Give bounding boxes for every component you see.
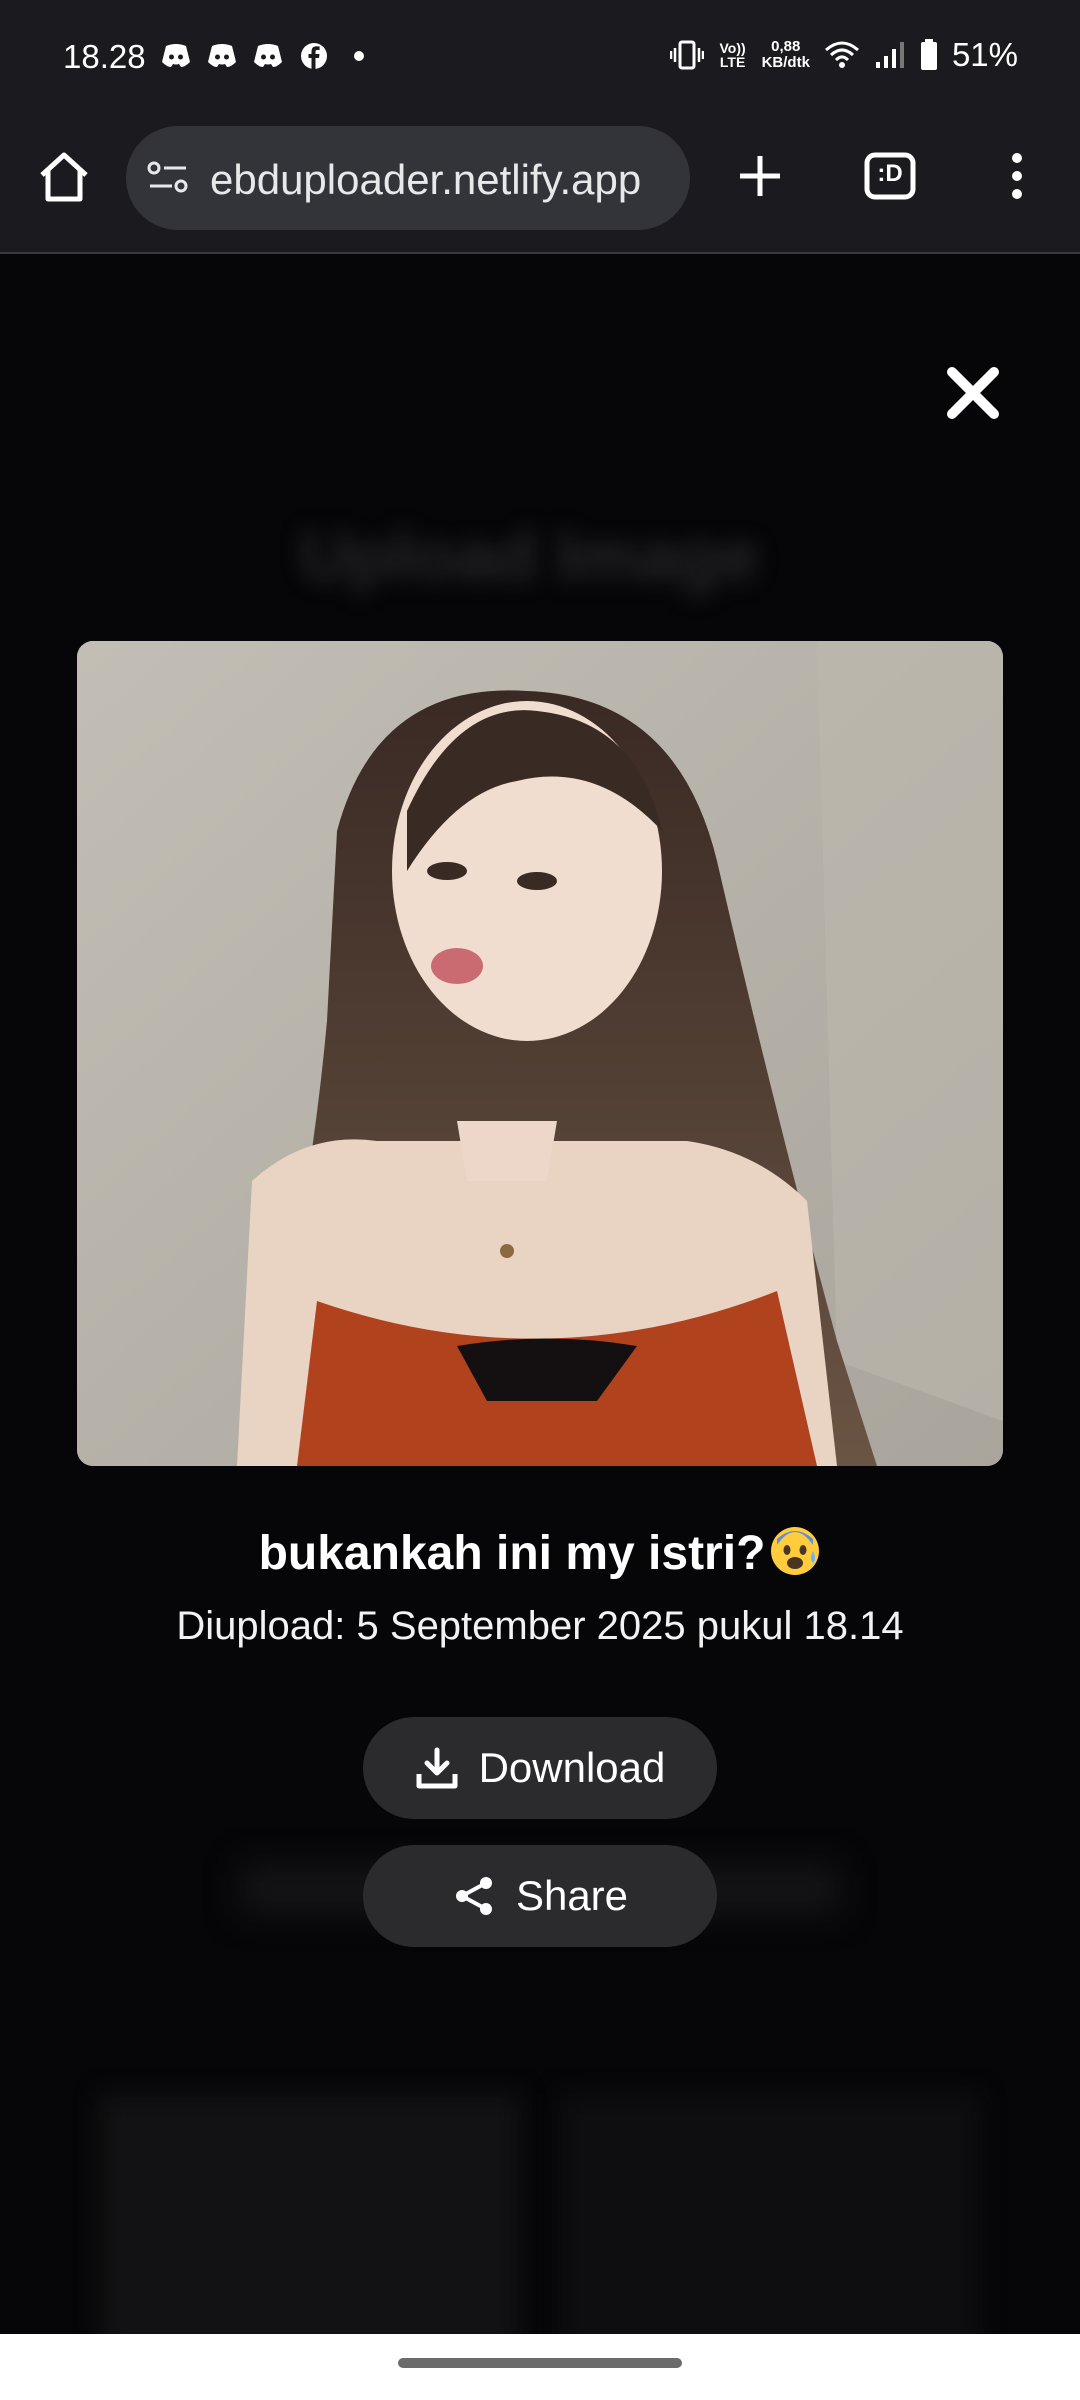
uploaded-photo [77, 641, 1003, 1466]
discord-icon [254, 44, 282, 67]
more-vert-icon[interactable] [1000, 146, 1034, 206]
photo-image [77, 641, 1003, 1466]
system-nav-bar [0, 2334, 1080, 2400]
background-thumbnail [100, 2094, 520, 2334]
image-caption: bukankah ini my istri? [0, 1525, 1080, 1581]
gesture-handle[interactable] [398, 2358, 682, 2368]
more-notifications-dot [354, 51, 364, 61]
facebook-icon [301, 43, 327, 69]
status-right: Vo)) LTE 0,88 KB/dtk 51% [669, 36, 1018, 74]
browser-toolbar: ebduploader.netlify.app :D [0, 120, 1080, 254]
status-bar: 18.28 Vo)) LTE 0,88 KB/dtk 51% [0, 0, 1080, 120]
share-icon [455, 1877, 492, 1915]
home-icon[interactable] [34, 147, 94, 207]
background-thumbnail [560, 2094, 980, 2334]
anxious-face-emoji [771, 1527, 820, 1575]
discord-icon [208, 44, 236, 67]
battery-icon [920, 39, 937, 70]
tab-count: :D [877, 160, 903, 187]
upload-timestamp: Diupload: 5 September 2025 pukul 18.14 [176, 1604, 904, 1648]
speed-unit: KB/dtk [761, 54, 810, 71]
notification-icons [160, 42, 364, 70]
network-speed: 0,88 KB/dtk [762, 39, 810, 71]
new-tab-plus-icon[interactable] [730, 146, 790, 206]
speed-value: 0,88 [771, 38, 801, 55]
signal-icon [875, 42, 904, 68]
download-label: Download [478, 1744, 666, 1791]
volte-indicator: Vo)) LTE [719, 40, 746, 70]
url-text[interactable]: ebduploader.netlify.app [210, 156, 641, 204]
download-icon [416, 1747, 458, 1789]
vibrate-icon [669, 40, 704, 70]
site-settings-icon[interactable] [146, 158, 190, 198]
status-time: 18.28 [63, 38, 146, 75]
close-icon[interactable] [940, 360, 1006, 426]
url-bar[interactable]: ebduploader.netlify.app [126, 126, 690, 230]
discord-icon [162, 44, 190, 67]
share-button[interactable]: Share [363, 1845, 717, 1947]
wifi-icon [824, 41, 859, 68]
download-button[interactable]: Download [363, 1717, 717, 1819]
share-label: Share [515, 1872, 629, 1919]
background-page-title: Upload Image [300, 517, 759, 595]
tab-switcher-button[interactable]: :D [862, 148, 918, 204]
battery-percent: 51% [951, 36, 1018, 73]
caption-text: bukankah ini my istri? [258, 1527, 766, 1580]
